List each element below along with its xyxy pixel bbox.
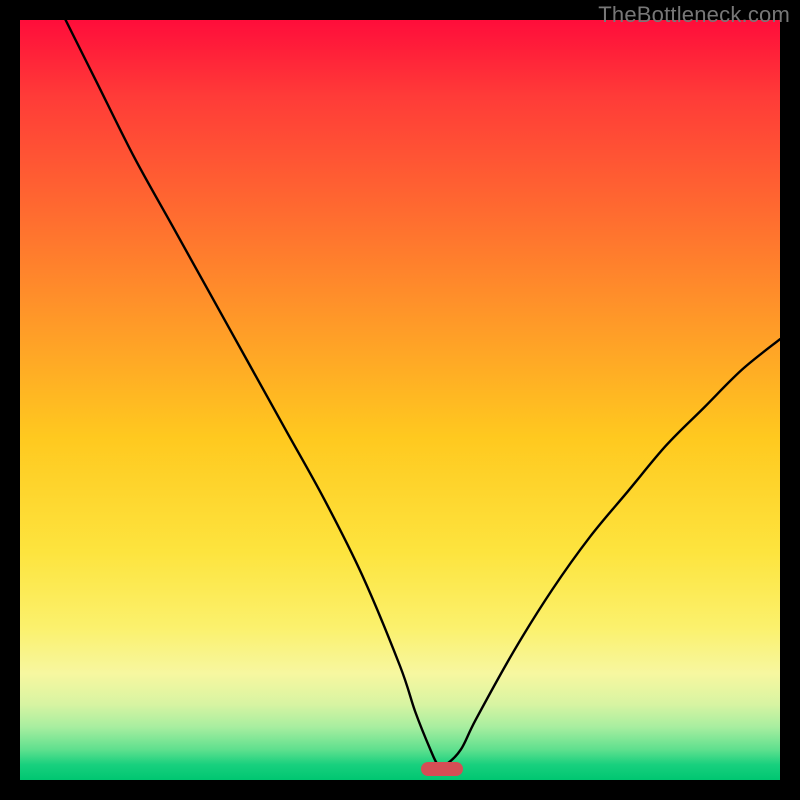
watermark-text: TheBottleneck.com [598,2,790,28]
plot-area [20,20,780,780]
chart-frame: TheBottleneck.com [0,0,800,800]
bottleneck-curve [20,20,780,780]
optimum-marker [421,762,463,776]
